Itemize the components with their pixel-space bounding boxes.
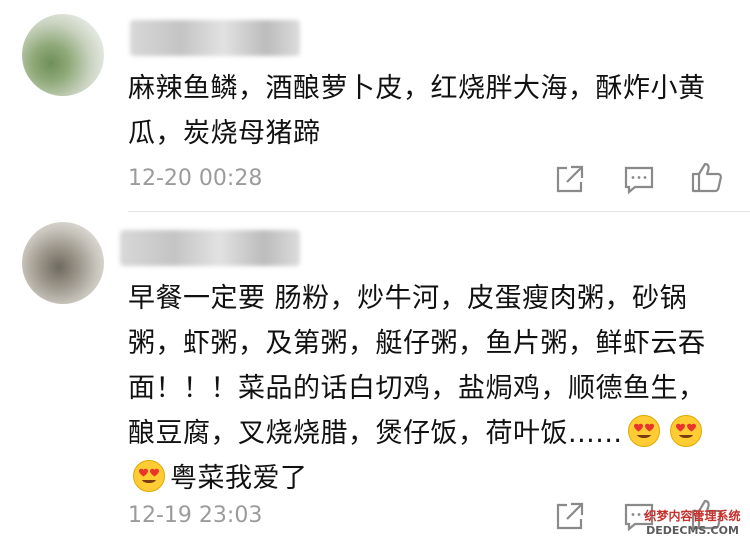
comment-text-main: 早餐一定要 肠粉，炒牛河，皮蛋瘦肉粥，砂锅粥，虾粥，及第粥，艇仔粥，鱼片粥，鲜虾…	[128, 283, 706, 449]
comment-icon[interactable]	[622, 162, 656, 196]
avatar[interactable]	[22, 14, 104, 96]
comment-timestamp: 12-19 23:03	[128, 503, 263, 528]
heart-eyes-emoji	[132, 459, 166, 493]
comment-text-tail: 粤菜我爱了	[170, 463, 308, 494]
comment-timestamp: 12-20 00:28	[128, 166, 263, 191]
watermark-title: 织梦内容管理系统	[644, 509, 741, 523]
thumbs-up-icon[interactable]	[690, 160, 724, 194]
username-blurred[interactable]	[130, 20, 300, 56]
heart-eyes-emoji	[627, 414, 661, 448]
watermark: 织梦内容管理系统 DEDECMS.COM	[640, 508, 745, 544]
share-icon[interactable]	[553, 162, 587, 196]
share-icon[interactable]	[553, 499, 587, 533]
comment-text: 麻辣鱼鳞，酒酿萝卜皮，红烧胖大海，酥炸小黄瓜，炭烧母猪蹄	[128, 73, 706, 149]
comment-text: 早餐一定要 肠粉，炒牛河，皮蛋瘦肉粥，砂锅粥，虾粥，及第粥，艇仔粥，鱼片粥，鲜虾…	[128, 276, 718, 501]
watermark-domain: DEDECMS.COM	[646, 524, 739, 537]
avatar[interactable]	[22, 222, 104, 304]
divider	[128, 211, 750, 212]
username-blurred[interactable]	[120, 230, 300, 266]
heart-eyes-emoji	[669, 414, 703, 448]
